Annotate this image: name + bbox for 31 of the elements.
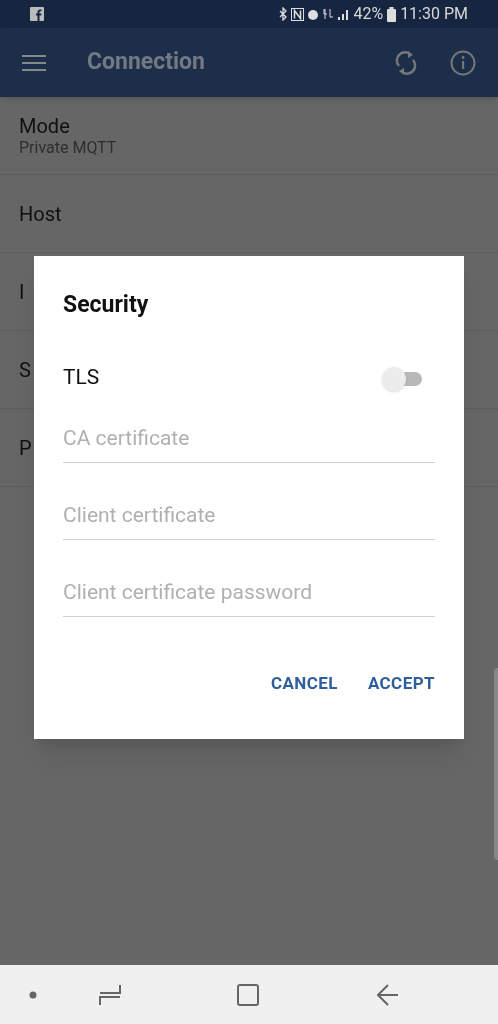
setting-label: Mode [19, 113, 70, 138]
signal-icon [338, 8, 350, 20]
facebook-icon [30, 7, 44, 21]
input-field[interactable]: CA certificate [63, 414, 435, 463]
setting-row[interactable]: Host [0, 175, 498, 253]
dialog-title: Security [63, 290, 150, 320]
setting-row[interactable]: Mode Private MQTT [0, 97, 498, 175]
setting-label: I [19, 279, 25, 304]
dialog-button[interactable]: ACCEPT [367, 670, 435, 696]
clock: 11:30 PM [400, 3, 468, 25]
sync-icon[interactable] [395, 49, 417, 76]
bluetooth-icon [279, 7, 289, 21]
menu-icon[interactable] [22, 53, 46, 72]
info-icon[interactable] [450, 49, 476, 76]
setting-label: S [19, 357, 31, 382]
screen-title: Connection [87, 47, 206, 78]
setting-label: P [19, 435, 32, 460]
nfc-icon [291, 7, 305, 21]
input-field[interactable]: Client certificate password [63, 568, 435, 617]
tls-switch[interactable] [382, 365, 422, 390]
battery-icon [387, 6, 397, 22]
dot-icon[interactable] [29, 990, 37, 999]
home-icon[interactable] [237, 983, 259, 1006]
setting-label: Host [19, 201, 62, 226]
setting-value: Private MQTT [19, 137, 118, 158]
dialog-button[interactable]: CANCEL [270, 670, 338, 696]
input-field[interactable]: Client certificate [63, 491, 435, 540]
recent-apps-icon[interactable] [99, 983, 121, 1006]
back-icon[interactable] [377, 983, 399, 1006]
battery-percent: 42% [353, 3, 384, 25]
tls-label: TLS [63, 363, 101, 391]
